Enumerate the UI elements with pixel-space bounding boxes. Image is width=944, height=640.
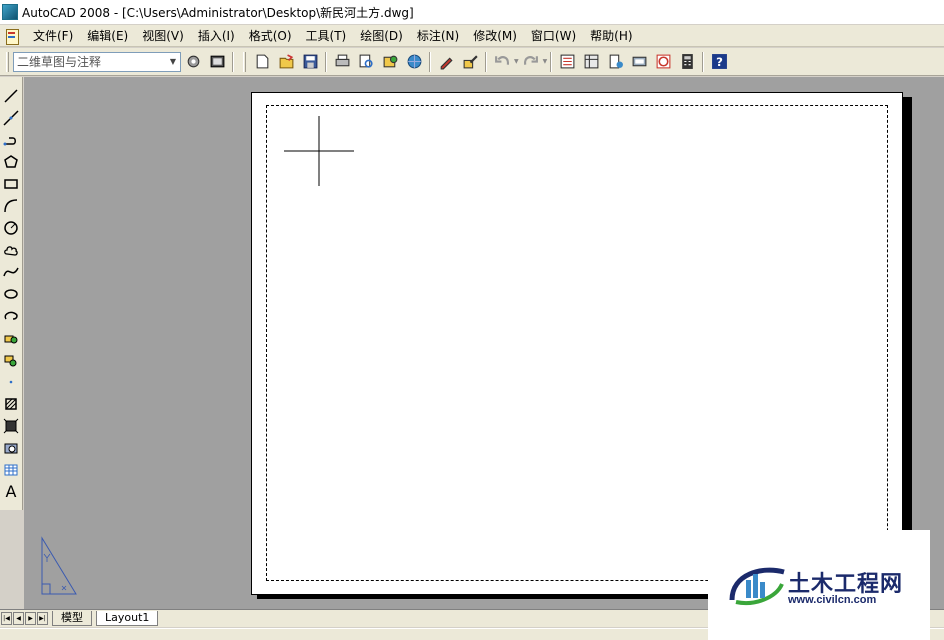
block-editor-icon[interactable] (459, 51, 481, 73)
prev-tab-icon[interactable]: ◀ (13, 612, 24, 625)
menu-help[interactable]: 帮助(H) (583, 25, 639, 47)
tool-palettes-icon[interactable] (604, 51, 626, 73)
properties-icon[interactable] (556, 51, 578, 73)
tab-layout1[interactable]: Layout1 (96, 611, 159, 626)
arc-icon[interactable] (1, 195, 21, 217)
watermark-url: www.civilcn.com (788, 594, 877, 606)
ellipse-arc-icon[interactable] (1, 305, 21, 327)
workspace-settings-icon[interactable] (182, 51, 204, 73)
ellipse-icon[interactable] (1, 283, 21, 305)
toolbar-separator (702, 51, 705, 72)
next-tab-icon[interactable]: ▶ (25, 612, 36, 625)
open-icon[interactable] (275, 51, 297, 73)
design-center-icon[interactable] (580, 51, 602, 73)
hatch-icon[interactable] (1, 393, 21, 415)
watermark: 土木工程网 www.civilcn.com (708, 530, 930, 640)
save-icon[interactable] (299, 51, 321, 73)
revision-cloud-icon[interactable] (1, 239, 21, 261)
region-icon[interactable] (1, 437, 21, 459)
menu-draw[interactable]: 绘图(D) (353, 25, 410, 47)
autocad-app-icon[interactable] (2, 4, 18, 20)
first-tab-icon[interactable]: |◀ (1, 612, 12, 625)
menu-file[interactable]: 文件(F) (26, 25, 80, 47)
menu-format[interactable]: 格式(O) (242, 25, 299, 47)
menu-tools[interactable]: 工具(T) (299, 25, 354, 47)
polygon-icon[interactable] (1, 151, 21, 173)
toolbar-grip[interactable] (243, 51, 246, 72)
sheet-set-icon[interactable] (628, 51, 650, 73)
point-icon[interactable] (1, 371, 21, 393)
polyline-icon[interactable] (1, 129, 21, 151)
new-icon[interactable] (251, 51, 273, 73)
table-icon[interactable] (1, 459, 21, 481)
publish-icon[interactable] (379, 51, 401, 73)
toolbar-separator (429, 51, 431, 72)
last-tab-icon[interactable]: ▶| (37, 612, 48, 625)
draw-toolbar: A (0, 77, 23, 510)
document-icon[interactable] (4, 28, 20, 45)
toolbar-separator (325, 51, 327, 72)
tab-model[interactable]: 模型 (52, 611, 92, 626)
calculator-icon[interactable] (676, 51, 698, 73)
menu-window[interactable]: 窗口(W) (524, 25, 583, 47)
layout-paper (251, 92, 903, 595)
menu-view[interactable]: 视图(V) (135, 25, 191, 47)
multiline-text-icon[interactable]: A (1, 481, 21, 503)
construction-line-icon[interactable] (1, 107, 21, 129)
autocad-window: AutoCAD 2008 - [C:\Users\Administrator\D… (0, 0, 944, 640)
rectangle-icon[interactable] (1, 173, 21, 195)
workspace-value: 二维草图与注释 (17, 55, 102, 69)
redo-icon[interactable] (520, 51, 542, 73)
markup-icon[interactable] (652, 51, 674, 73)
line-icon[interactable] (1, 85, 21, 107)
plot-preview-icon[interactable] (355, 51, 377, 73)
workspaces-icon[interactable] (206, 51, 228, 73)
window-title: AutoCAD 2008 - [C:\Users\Administrator\D… (22, 5, 414, 20)
undo-icon[interactable] (491, 51, 513, 73)
toolbar-separator (485, 51, 487, 72)
spline-icon[interactable] (1, 261, 21, 283)
3d-dwf-icon[interactable] (403, 51, 425, 73)
ucs-icon (41, 536, 77, 595)
standard-toolbar: 二维草图与注释 ▼ ▼ ▼ ? (0, 48, 944, 76)
match-properties-icon[interactable] (435, 51, 457, 73)
crosshair-cursor (284, 116, 354, 186)
menu-edit[interactable]: 编辑(E) (80, 25, 135, 47)
help-icon[interactable]: ? (708, 51, 730, 73)
civilcn-logo-icon (729, 567, 785, 605)
plot-icon[interactable] (331, 51, 353, 73)
menu-bar: 文件(F) 编辑(E) 视图(V) 插入(I) 格式(O) 工具(T) 绘图(D… (0, 25, 944, 47)
insert-block-icon[interactable] (1, 327, 21, 349)
menu-dimension[interactable]: 标注(N) (410, 25, 466, 47)
chevron-down-icon[interactable]: ▼ (514, 58, 519, 65)
chevron-down-icon[interactable]: ▼ (166, 53, 180, 71)
circle-icon[interactable] (1, 217, 21, 239)
workspace-dropdown[interactable]: 二维草图与注释 ▼ (13, 51, 181, 72)
chevron-down-icon[interactable]: ▼ (543, 58, 548, 65)
menu-modify[interactable]: 修改(M) (466, 25, 524, 47)
toolbar-separator (550, 51, 553, 72)
menu-insert[interactable]: 插入(I) (191, 25, 242, 47)
svg-text:?: ? (716, 55, 723, 69)
gradient-icon[interactable] (1, 415, 21, 437)
toolbar-separator (232, 51, 234, 72)
toolbar-grip[interactable] (6, 51, 9, 72)
printable-area-border (266, 105, 888, 581)
title-bar: AutoCAD 2008 - [C:\Users\Administrator\D… (0, 0, 944, 24)
make-block-icon[interactable] (1, 349, 21, 371)
